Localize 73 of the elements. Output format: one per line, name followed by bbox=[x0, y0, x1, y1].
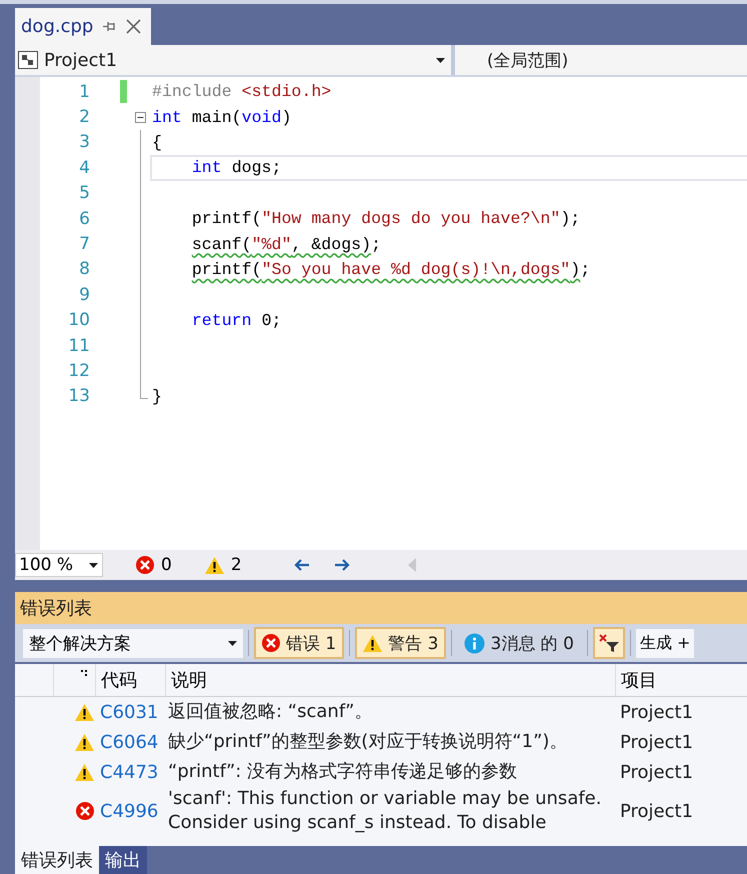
filter-button[interactable]: 错误 1 bbox=[254, 627, 344, 659]
warning-count: 2 bbox=[230, 555, 242, 575]
code-line: printf("So you have %d dog(s)!\n,dogs"); bbox=[190, 260, 590, 279]
column-header[interactable]: 代码 bbox=[95, 664, 165, 696]
error-icon bbox=[75, 801, 95, 821]
scope-dropdown[interactable]: 整个解决方案 bbox=[23, 628, 243, 658]
close-icon[interactable] bbox=[126, 19, 142, 34]
build-dropdown[interactable]: 生成 + bbox=[636, 628, 694, 658]
project-name: Project1 bbox=[619, 800, 694, 822]
filter-button[interactable]: 警告 3 bbox=[355, 627, 446, 659]
line-number: 3 bbox=[78, 132, 90, 152]
code-line: scanf("%d", &dogs); bbox=[190, 234, 382, 254]
line-number: 6 bbox=[78, 208, 90, 229]
line-number: 2 bbox=[78, 107, 90, 128]
column-header[interactable]: 项目 bbox=[615, 664, 747, 696]
warning-icon bbox=[74, 732, 95, 752]
line-number: 7 bbox=[78, 234, 90, 254]
line-number: 8 bbox=[78, 259, 90, 280]
code-link[interactable]: C4473 bbox=[95, 762, 165, 782]
caret-icon bbox=[436, 58, 445, 62]
line-number: 10 bbox=[67, 310, 90, 330]
code-line: printf("How many dogs do you have?\n"); bbox=[190, 209, 580, 228]
description-text: 缺少“printf”的整型参数(对应于转换说明符“1”)。 bbox=[167, 730, 568, 754]
warning-icon bbox=[74, 762, 95, 782]
project-icon bbox=[18, 51, 38, 69]
scope-dropdown[interactable]: (全局范围) bbox=[455, 45, 747, 75]
line-number: 5 bbox=[78, 183, 90, 204]
caret-icon bbox=[228, 640, 237, 646]
line-number: 9 bbox=[78, 284, 90, 305]
sort-icon[interactable] bbox=[81, 670, 87, 676]
line-number: 13 bbox=[67, 386, 90, 406]
line-number: 4 bbox=[78, 158, 90, 178]
panel-title: 错误列表 bbox=[15, 592, 747, 624]
pin-icon[interactable] bbox=[103, 21, 116, 32]
error-count: 0 bbox=[161, 555, 172, 575]
code-editor[interactable]: 1 #include <stdio.h> 2 int main(void) 3 { 4 int dogs; 5 6 printf("How many dogs do you have?\n"); 7 scanf("%d", &dogs); 8 printf("So you have %d dog(s)!\n,dogs"); 9 10 return 0; 11 12 13 } bbox=[15, 77, 747, 550]
error-icon bbox=[135, 555, 155, 575]
project-name: Project1 bbox=[619, 702, 694, 722]
panel-tab[interactable]: 错误列表 bbox=[15, 846, 99, 874]
code-line: { bbox=[152, 132, 162, 152]
caret-icon bbox=[89, 562, 98, 568]
code-line: int dogs; bbox=[190, 158, 282, 178]
code-link[interactable]: C6031 bbox=[95, 702, 165, 722]
forward-arrow-icon[interactable] bbox=[334, 559, 350, 571]
warning-icon bbox=[204, 556, 225, 574]
description-text: 返回值被忽略: “scanf”。 bbox=[167, 700, 374, 724]
back-arrow-icon[interactable] bbox=[294, 559, 310, 571]
filter-clear-icon bbox=[598, 633, 620, 653]
document-tab[interactable]: dog.cpp bbox=[15, 8, 152, 45]
code-line: return 0; bbox=[190, 310, 282, 330]
collapse-icon[interactable] bbox=[135, 112, 146, 123]
tab-title: dog.cpp bbox=[21, 16, 94, 37]
project-name: Project1 bbox=[619, 732, 694, 752]
panel-tab[interactable]: 输出 bbox=[99, 846, 147, 874]
project-name: Project1 bbox=[619, 762, 694, 782]
line-number: 1 bbox=[78, 82, 90, 102]
line-number: 12 bbox=[67, 360, 90, 381]
warning-icon bbox=[362, 634, 384, 652]
filter-button[interactable]: 3消息 的 0 bbox=[457, 627, 582, 659]
line-number: 11 bbox=[67, 336, 90, 356]
clear-filter-button[interactable] bbox=[592, 627, 625, 659]
code-link[interactable]: C4996 bbox=[95, 800, 165, 822]
info-icon bbox=[464, 632, 486, 654]
column-header[interactable]: 说明 bbox=[165, 664, 615, 696]
description-text: “printf”: 没有为格式字符串传递足够的参数 bbox=[167, 760, 518, 784]
description-text: 'scanf': This function or variable may be unsafe. Consider using scanf_s instead. To disable bbox=[167, 787, 602, 835]
code-link[interactable]: C6064 bbox=[95, 732, 165, 752]
warning-icon bbox=[74, 702, 95, 722]
code-line: } bbox=[152, 386, 162, 406]
zoom-dropdown[interactable]: 100 % bbox=[15, 553, 103, 577]
code-line: int main(void) bbox=[152, 108, 292, 127]
code-line: #include <stdio.h> bbox=[152, 82, 332, 102]
error-icon bbox=[261, 633, 281, 653]
